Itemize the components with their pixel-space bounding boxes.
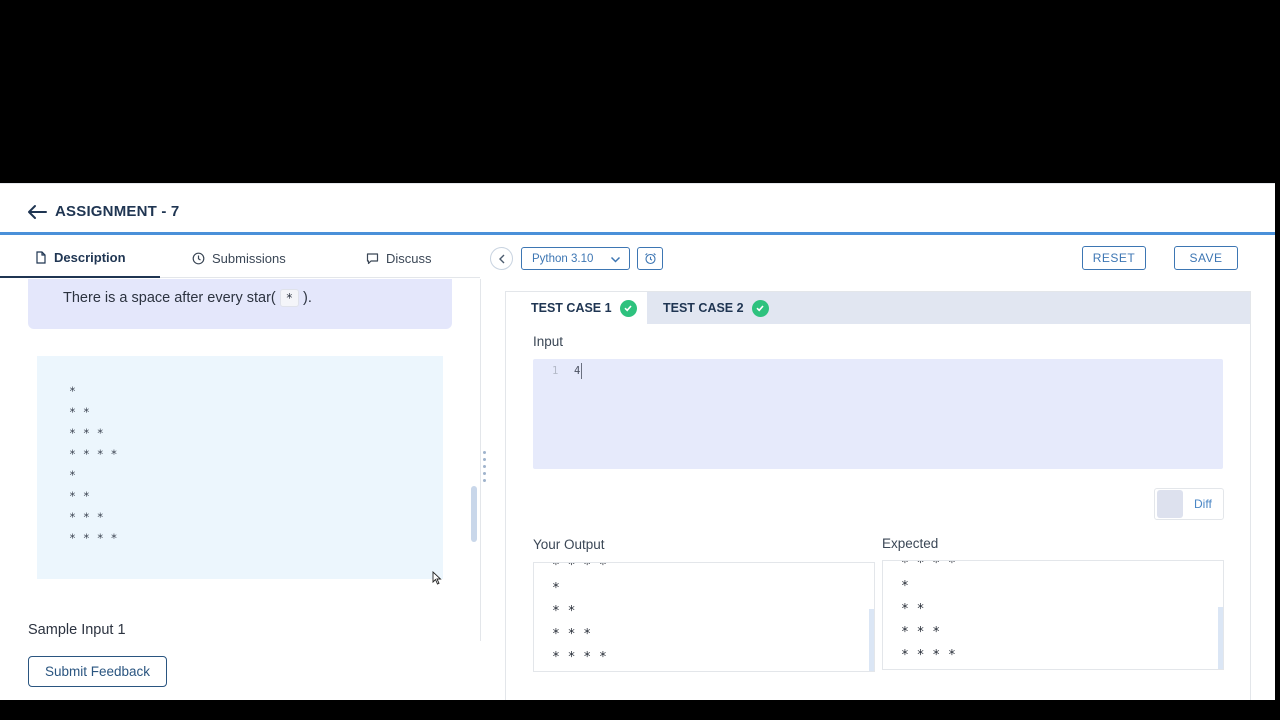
expected-line: * * * * [901, 648, 956, 663]
input-label: Input [533, 334, 564, 349]
pattern-line: * * * * [69, 447, 118, 461]
tab-submissions[interactable]: Submissions [192, 238, 286, 278]
alarm-clock-icon [644, 253, 656, 265]
expected-line: * * * [901, 625, 941, 640]
top-letterbox [0, 0, 1280, 183]
input-value: 4 [574, 365, 581, 377]
pattern-line: * * [69, 405, 90, 419]
testcase-panel: TEST CASE 1 TEST CASE 2 Input 1 4 Diff Y… [505, 291, 1251, 700]
clock-icon [192, 252, 205, 264]
toggle-knob [1157, 490, 1183, 518]
back-arrow-icon[interactable] [26, 203, 48, 221]
tab-discuss[interactable]: Discuss [366, 238, 432, 278]
diff-label: Diff [1194, 497, 1212, 511]
chat-icon [366, 252, 379, 264]
tab-description-label: Description [54, 249, 126, 265]
save-button[interactable]: SAVE [1174, 246, 1238, 270]
input-editor[interactable]: 1 4 [533, 359, 1223, 469]
bottom-letterbox [0, 700, 1280, 720]
document-icon [36, 250, 46, 264]
check-circle-icon [751, 299, 769, 317]
line-number: 1 [552, 365, 559, 377]
output-line: * * * * [552, 562, 607, 573]
output-line: * * * [552, 627, 592, 642]
sample-input-heading: Sample Input 1 [28, 622, 126, 638]
test-case-2-label: TEST CASE 2 [663, 301, 744, 315]
testcase-tabs: TEST CASE 1 TEST CASE 2 [506, 292, 1250, 324]
chevron-left-icon [498, 254, 504, 263]
expected-line: * [901, 579, 909, 594]
pattern-line: * * * [69, 426, 104, 440]
pattern-line: * * * * [69, 531, 118, 545]
right-letterbox [1275, 183, 1280, 700]
note-callout: There is a space after every star( * ). [28, 279, 452, 329]
page-title: ASSIGNMENT - 7 [55, 203, 180, 220]
your-output-label: Your Output [533, 537, 605, 552]
pattern-example: * * * * * * * * * * * * * * * * * * * * [37, 356, 443, 579]
your-output-box[interactable]: * * * * * * * * * * * * * * [533, 562, 875, 672]
note-suffix: ). [302, 290, 312, 306]
check-circle-icon [619, 299, 637, 317]
output-line: * [552, 581, 560, 596]
tab-test-case-2[interactable]: TEST CASE 2 [663, 292, 769, 324]
text-caret [581, 363, 582, 379]
tab-submissions-label: Submissions [212, 250, 286, 266]
header-bar: ASSIGNMENT - 7 [0, 183, 1275, 235]
timer-button[interactable] [637, 247, 663, 270]
pattern-line: * * [69, 489, 90, 503]
diff-toggle[interactable]: Diff [1154, 488, 1224, 520]
note-prefix: There is a space after every star( [63, 290, 276, 306]
language-value: Python 3.10 [532, 252, 594, 265]
reset-button[interactable]: RESET [1082, 246, 1146, 270]
tab-description[interactable]: Description [0, 238, 160, 278]
description-scrollbar[interactable] [471, 486, 477, 542]
tab-test-case-1[interactable]: TEST CASE 1 [506, 292, 647, 324]
test-case-1-label: TEST CASE 1 [531, 301, 612, 315]
description-panel[interactable]: There is a space after every star( * ). … [0, 279, 481, 641]
expected-line: * * [901, 602, 925, 617]
language-select[interactable]: Python 3.10 [521, 247, 630, 270]
pattern-line: * [69, 384, 76, 398]
pattern-line: * * * [69, 510, 104, 524]
problem-tabs: Description Submissions Discuss [0, 238, 480, 278]
pattern-line: * [69, 468, 76, 482]
output-line: * * [552, 604, 576, 619]
app-window: ASSIGNMENT - 7 Description Submissions D… [0, 183, 1275, 700]
expected-line: * * * * [901, 560, 956, 571]
mouse-cursor-icon [432, 571, 442, 585]
inline-code: * [279, 289, 299, 307]
collapse-panel-button[interactable] [490, 247, 513, 270]
chevron-down-icon [610, 256, 621, 263]
output-scrollbar[interactable] [869, 609, 874, 671]
expected-scrollbar[interactable] [1218, 607, 1223, 669]
expected-output-box[interactable]: * * * * * * * * * * * * * * [882, 560, 1224, 670]
tab-discuss-label: Discuss [386, 250, 432, 266]
submit-feedback-button[interactable]: Submit Feedback [28, 656, 167, 687]
expected-label: Expected [882, 536, 939, 551]
note-text: There is a space after every star( * ). [63, 289, 312, 307]
output-line: * * * * [552, 650, 607, 665]
panel-resize-handle[interactable] [483, 451, 486, 485]
